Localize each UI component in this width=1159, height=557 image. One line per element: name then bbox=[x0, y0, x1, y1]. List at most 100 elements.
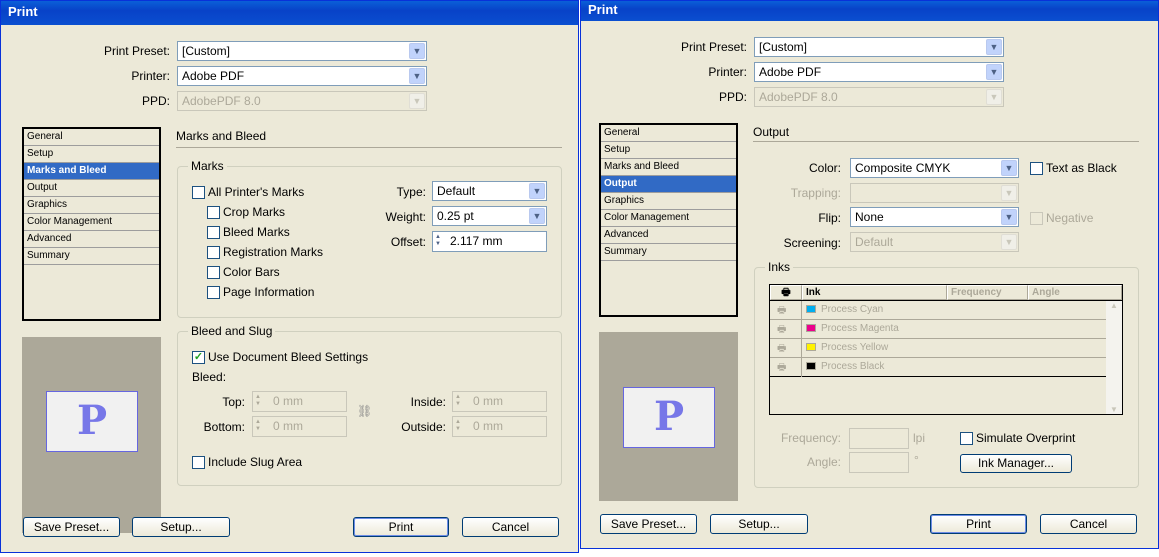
chevron-down-icon: ▼ bbox=[409, 68, 425, 84]
nav-summary[interactable]: Summary bbox=[601, 244, 736, 261]
crop-marks-checkbox[interactable]: Crop Marks bbox=[207, 205, 285, 219]
inside-label: Inside: bbox=[410, 395, 446, 409]
chevron-down-icon: ▼ bbox=[529, 183, 545, 199]
chevron-down-icon: ▼ bbox=[1001, 185, 1017, 201]
text-as-black-checkbox[interactable]: Text as Black bbox=[1030, 161, 1117, 175]
bleed-inside-input: ▲ ▼ 0 mm bbox=[452, 391, 547, 412]
negative-checkbox: Negative bbox=[1030, 211, 1093, 225]
printer-icon[interactable]: 🖶 bbox=[777, 341, 786, 358]
nav-graphics[interactable]: Graphics bbox=[601, 193, 736, 210]
nav-summary[interactable]: Summary bbox=[24, 248, 159, 265]
color-label: Color: bbox=[808, 161, 841, 175]
ink-row[interactable]: 🖶 Process Yellow bbox=[770, 339, 1106, 358]
cancel-button[interactable]: Cancel bbox=[462, 517, 559, 537]
ppd-label: PPD: bbox=[141, 94, 170, 108]
chevron-down-icon: ▼ bbox=[409, 43, 425, 59]
print-preset-select[interactable]: [Custom] ▼ bbox=[754, 37, 1004, 57]
spinner-icon[interactable]: ▲ ▼ bbox=[435, 234, 445, 248]
print-button[interactable]: Print bbox=[353, 517, 449, 537]
angle-label: Angle: bbox=[806, 455, 841, 469]
setup-button[interactable]: Setup... bbox=[132, 517, 230, 537]
type-select[interactable]: Default ▼ bbox=[432, 181, 547, 201]
type-label: Type: bbox=[396, 185, 426, 199]
ink-swatch bbox=[806, 305, 816, 314]
ink-row[interactable]: 🖶 Process Black bbox=[770, 358, 1106, 377]
inks-legend: Inks bbox=[765, 260, 794, 274]
angle-column-header[interactable]: Angle bbox=[1028, 285, 1122, 300]
nav-marks-and-bleed[interactable]: Marks and Bleed bbox=[24, 163, 159, 180]
setup-button[interactable]: Setup... bbox=[710, 514, 808, 534]
nav-setup[interactable]: Setup bbox=[601, 142, 736, 159]
screening-select: Default ▼ bbox=[850, 232, 1019, 252]
simulate-overprint-checkbox[interactable]: Simulate Overprint bbox=[960, 431, 1075, 445]
nav-general[interactable]: General bbox=[24, 129, 159, 146]
save-preset-button[interactable]: Save Preset... bbox=[23, 517, 120, 537]
nav-advanced[interactable]: Advanced bbox=[24, 231, 159, 248]
divider bbox=[176, 147, 562, 148]
nav-color-management[interactable]: Color Management bbox=[601, 210, 736, 227]
print-column-header: 🖶 bbox=[770, 285, 802, 300]
weight-select[interactable]: 0.25 pt ▼ bbox=[432, 206, 547, 226]
ink-row[interactable]: 🖶 Process Cyan bbox=[770, 301, 1106, 320]
inks-table[interactable]: 🖶 Ink Frequency Angle 🖶 Process Cyan 🖶 Pro… bbox=[769, 284, 1123, 415]
marks-legend: Marks bbox=[188, 159, 227, 173]
dialog-title: Print bbox=[8, 4, 38, 19]
angle-input bbox=[849, 452, 909, 473]
scroll-up-icon[interactable]: ▲ bbox=[1106, 301, 1122, 310]
nav-graphics[interactable]: Graphics bbox=[24, 197, 159, 214]
category-list[interactable]: General Setup Marks and Bleed Output Gra… bbox=[599, 123, 738, 317]
inks-scrollbar[interactable]: ▲ ▼ bbox=[1106, 301, 1122, 414]
printer-icon[interactable]: 🖶 bbox=[777, 303, 786, 320]
nav-setup[interactable]: Setup bbox=[24, 146, 159, 163]
nav-output[interactable]: Output bbox=[601, 176, 736, 193]
include-slug-checkbox[interactable]: Include Slug Area bbox=[192, 455, 302, 469]
all-printers-marks-checkbox[interactable]: All Printer's Marks bbox=[192, 185, 304, 199]
ink-swatch bbox=[806, 324, 816, 333]
bleed-bottom-input: ▲ ▼ 0 mm bbox=[252, 416, 347, 437]
cancel-button[interactable]: Cancel bbox=[1040, 514, 1137, 534]
bleed-marks-checkbox[interactable]: Bleed Marks bbox=[207, 225, 290, 239]
printer-icon[interactable]: 🖶 bbox=[777, 322, 786, 339]
save-preset-button[interactable]: Save Preset... bbox=[600, 514, 697, 534]
nav-color-management[interactable]: Color Management bbox=[24, 214, 159, 231]
preview-page: P bbox=[46, 391, 138, 452]
printer-select[interactable]: Adobe PDF ▼ bbox=[177, 66, 427, 86]
category-list[interactable]: General Setup Marks and Bleed Output Gra… bbox=[22, 127, 161, 321]
print-preset-label: Print Preset: bbox=[680, 40, 747, 54]
dialog-title: Print bbox=[588, 2, 618, 17]
nav-advanced[interactable]: Advanced bbox=[601, 227, 736, 244]
nav-marks-and-bleed[interactable]: Marks and Bleed bbox=[601, 159, 736, 176]
chevron-down-icon: ▼ bbox=[986, 39, 1002, 55]
chevron-down-icon: ▼ bbox=[986, 89, 1002, 105]
printer-select[interactable]: Adobe PDF ▼ bbox=[754, 62, 1004, 82]
color-select[interactable]: Composite CMYK ▼ bbox=[850, 158, 1019, 178]
nav-general[interactable]: General bbox=[601, 125, 736, 142]
flip-select[interactable]: None ▼ bbox=[850, 207, 1019, 227]
ink-column-header[interactable]: Ink bbox=[802, 285, 947, 300]
page-information-checkbox[interactable]: Page Information bbox=[207, 285, 314, 299]
ppd-label: PPD: bbox=[718, 90, 747, 104]
print-preset-select[interactable]: [Custom] ▼ bbox=[177, 41, 427, 61]
top-label: Top: bbox=[222, 395, 245, 409]
chain-link-icon[interactable]: ⛓ bbox=[357, 404, 372, 418]
scroll-down-icon[interactable]: ▼ bbox=[1106, 405, 1122, 414]
chevron-down-icon: ▼ bbox=[1001, 209, 1017, 225]
print-dialog-marks-bleed: Print Print Preset: [Custom] ▼ Printer: A… bbox=[0, 0, 579, 553]
chevron-down-icon: ▼ bbox=[1001, 160, 1017, 176]
nav-output[interactable]: Output bbox=[24, 180, 159, 197]
section-title: Output bbox=[753, 125, 790, 139]
offset-input[interactable]: ▲ ▼ 2.117 mm bbox=[432, 231, 547, 252]
frequency-column-header[interactable]: Frequency bbox=[947, 285, 1028, 300]
offset-label: Offset: bbox=[390, 235, 426, 249]
bottom-label: Bottom: bbox=[203, 420, 245, 434]
section-title: Marks and Bleed bbox=[176, 129, 267, 143]
screening-label: Screening: bbox=[783, 236, 841, 250]
registration-marks-checkbox[interactable]: Registration Marks bbox=[207, 245, 323, 259]
printer-icon[interactable]: 🖶 bbox=[777, 360, 786, 377]
use-document-bleed-checkbox[interactable]: ✓ Use Document Bleed Settings bbox=[192, 350, 368, 364]
color-bars-checkbox[interactable]: Color Bars bbox=[207, 265, 280, 279]
ink-row[interactable]: 🖶 Process Magenta bbox=[770, 320, 1106, 339]
chevron-down-icon: ▼ bbox=[529, 208, 545, 224]
print-button[interactable]: Print bbox=[930, 514, 1027, 534]
ink-manager-button[interactable]: Ink Manager... bbox=[960, 454, 1072, 473]
